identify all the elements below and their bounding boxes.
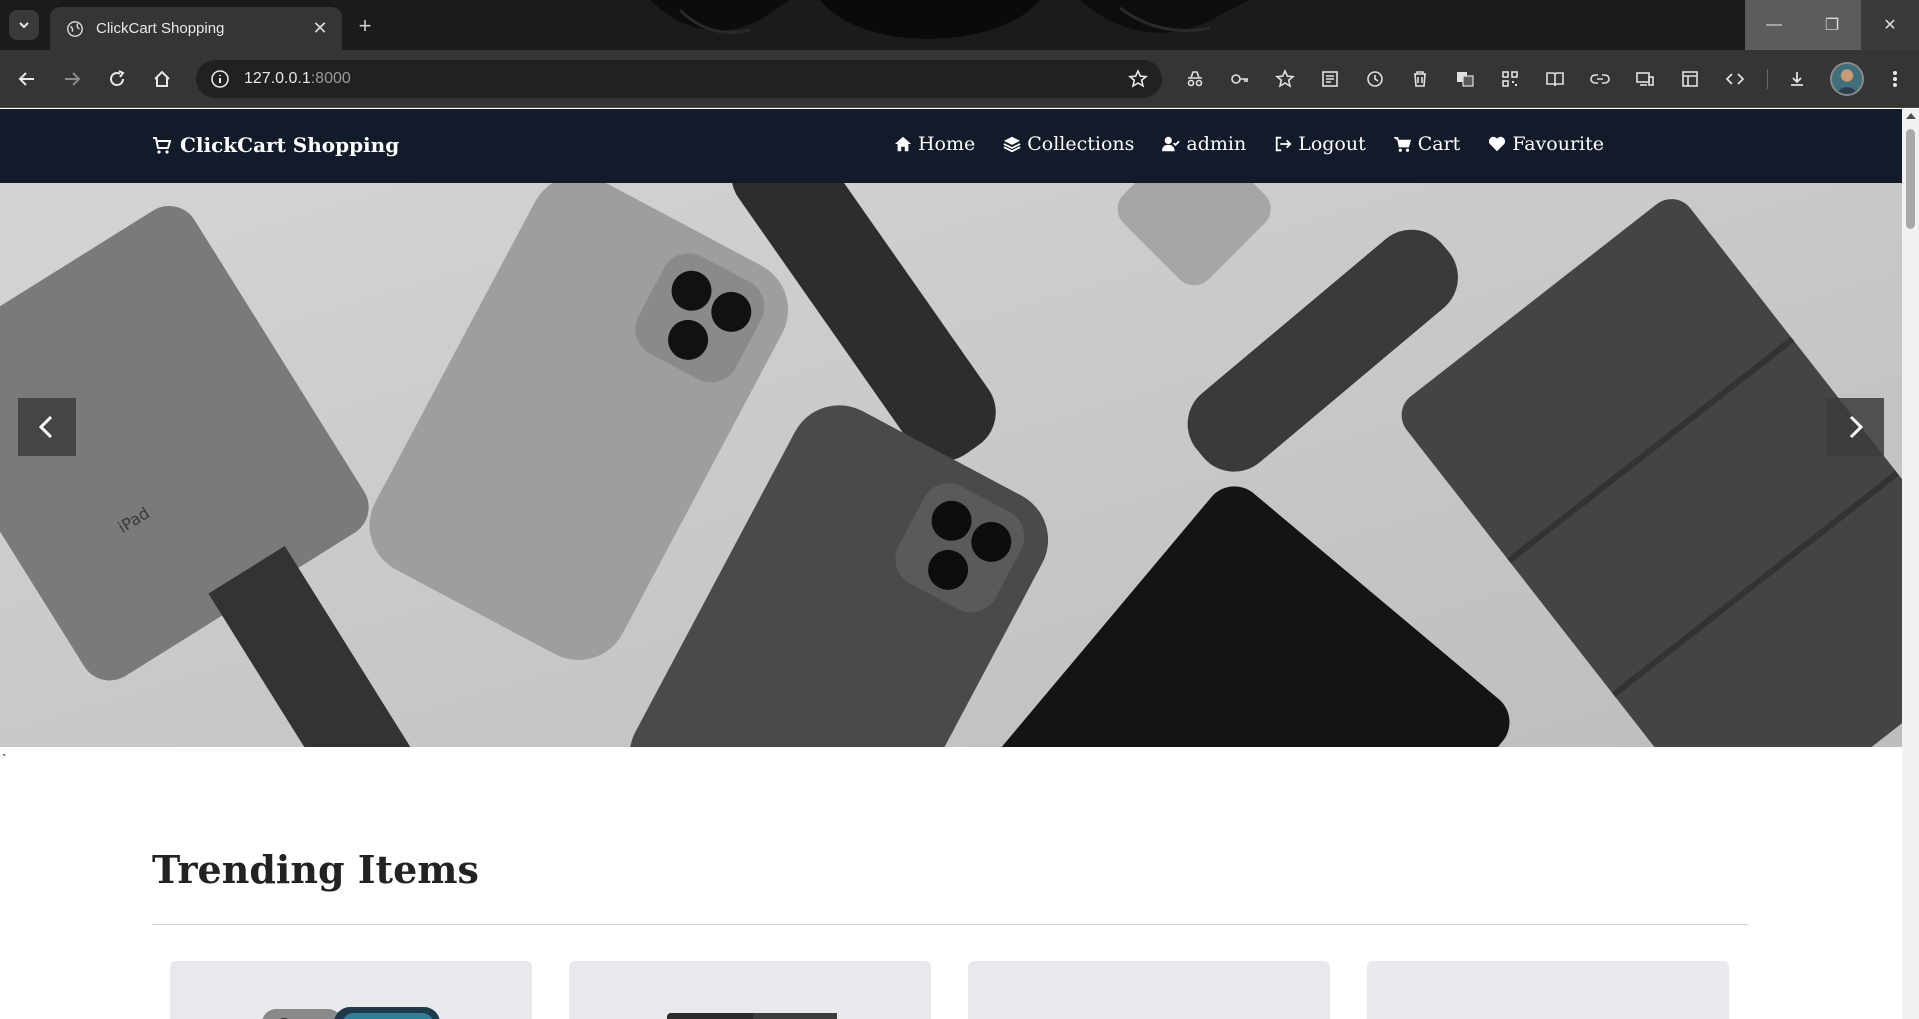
- product-card[interactable]: [968, 961, 1330, 1019]
- hero-carousel: iPad: [0, 183, 1902, 747]
- product-image: [262, 1007, 440, 1019]
- history-icon[interactable]: [1360, 64, 1390, 94]
- reload-button[interactable]: [102, 64, 132, 94]
- url-port: :8000: [310, 70, 351, 87]
- brand-name: ClickCart Shopping: [180, 133, 400, 157]
- nav-link-admin[interactable]: admin: [1162, 133, 1246, 155]
- extensions-row: [1180, 64, 1827, 94]
- page-scrollbar[interactable]: [1902, 109, 1919, 1019]
- window-controls: — ❐ ✕: [1745, 0, 1919, 50]
- nav-link-favourite[interactable]: Favourite: [1488, 133, 1604, 155]
- nav-label-admin: admin: [1186, 133, 1247, 155]
- cart-icon: [1393, 137, 1411, 152]
- scroll-thumb[interactable]: [1906, 129, 1915, 229]
- chevron-right-icon: [1849, 415, 1864, 439]
- layers-icon: [1003, 136, 1021, 153]
- tab-title: ClickCart Shopping: [96, 20, 225, 37]
- home-outline-icon: [154, 70, 170, 87]
- qr-code-icon[interactable]: [1495, 64, 1525, 94]
- minimize-button[interactable]: —: [1745, 0, 1803, 50]
- nav-link-cart[interactable]: Cart: [1393, 133, 1461, 155]
- address-bar[interactable]: 127.0.0.1:8000: [196, 60, 1162, 98]
- download-icon[interactable]: [1782, 64, 1812, 94]
- stray-backtick: `: [2, 751, 7, 767]
- home-button[interactable]: [147, 64, 177, 94]
- browser-tab-active[interactable]: ClickCart Shopping ✕: [50, 7, 342, 50]
- hero-image: iPad: [0, 183, 1902, 747]
- key-icon[interactable]: [1225, 64, 1255, 94]
- nav-label-collections: Collections: [1027, 133, 1135, 155]
- bookmark-star-icon[interactable]: [1128, 69, 1148, 89]
- restore-button[interactable]: ❐: [1803, 0, 1861, 50]
- url-text[interactable]: 127.0.0.1:8000: [244, 70, 1128, 88]
- user-check-icon: [1162, 136, 1181, 152]
- incognito-icon[interactable]: [1180, 64, 1210, 94]
- site-info-icon[interactable]: [210, 69, 230, 89]
- browser-titlebar: ClickCart Shopping ✕ + — ❐ ✕: [0, 0, 1919, 50]
- tab-search-button[interactable]: [9, 10, 39, 40]
- url-host: 127.0.0.1: [244, 70, 311, 87]
- nav-label-logout: Logout: [1298, 133, 1366, 155]
- new-tab-button[interactable]: +: [350, 11, 380, 41]
- theme-artwork: [650, 0, 1250, 39]
- nav-link-logout[interactable]: Logout: [1274, 133, 1366, 155]
- carousel-next-button[interactable]: [1826, 398, 1884, 456]
- heart-icon: [1489, 136, 1506, 152]
- bookmarks-star-icon[interactable]: [1270, 64, 1300, 94]
- forward-button[interactable]: [57, 64, 87, 94]
- nav-label-cart: Cart: [1417, 133, 1461, 155]
- globe-icon: [67, 20, 83, 37]
- layout-icon[interactable]: [1675, 64, 1705, 94]
- carousel-prev-button[interactable]: [18, 398, 76, 456]
- trending-cards: [170, 961, 1729, 1019]
- close-window-button[interactable]: ✕: [1861, 0, 1919, 50]
- devtools-icon[interactable]: [1720, 64, 1750, 94]
- product-card[interactable]: [569, 961, 931, 1019]
- back-button[interactable]: [12, 64, 42, 94]
- profile-avatar[interactable]: [1830, 62, 1864, 96]
- cart-icon: [153, 137, 172, 154]
- browser-menu-icon[interactable]: [1880, 64, 1910, 94]
- close-tab-icon[interactable]: ✕: [310, 18, 330, 39]
- product-card[interactable]: [1367, 961, 1729, 1019]
- toolbar-separator: [1767, 69, 1768, 89]
- nav-link-home[interactable]: Home: [894, 133, 975, 155]
- page-viewport: ClickCart Shopping Home Collections admi…: [0, 109, 1902, 1019]
- nav-label-favourite: Favourite: [1512, 133, 1604, 155]
- site-navbar: ClickCart Shopping Home Collections admi…: [0, 109, 1902, 183]
- product-card[interactable]: [170, 961, 532, 1019]
- chevron-left-icon: [38, 415, 53, 439]
- arrow-left-icon: [18, 72, 34, 86]
- link-icon[interactable]: [1585, 64, 1615, 94]
- reload-icon: [110, 70, 125, 86]
- arrow-right-icon: [65, 72, 81, 86]
- browser-toolbar: 127.0.0.1:8000: [0, 50, 1919, 108]
- section-title-trending: Trending Items: [152, 847, 479, 892]
- devices-icon[interactable]: [1630, 64, 1660, 94]
- section-divider: [152, 924, 1748, 925]
- site-brand[interactable]: ClickCart Shopping: [152, 133, 399, 157]
- product-image: [667, 1013, 837, 1019]
- logout-icon: [1276, 136, 1292, 152]
- trash-icon[interactable]: [1405, 64, 1435, 94]
- nav-links: Home Collections admin Logout Cart Favou…: [866, 133, 1604, 155]
- translate-icon[interactable]: [1450, 64, 1480, 94]
- home-icon: [894, 136, 912, 152]
- nav-link-collections[interactable]: Collections: [1003, 133, 1134, 155]
- nav-label-home: Home: [917, 133, 976, 155]
- scroll-up-arrow[interactable]: [1906, 113, 1916, 119]
- reading-list-icon[interactable]: [1315, 64, 1345, 94]
- reader-mode-icon[interactable]: [1540, 64, 1570, 94]
